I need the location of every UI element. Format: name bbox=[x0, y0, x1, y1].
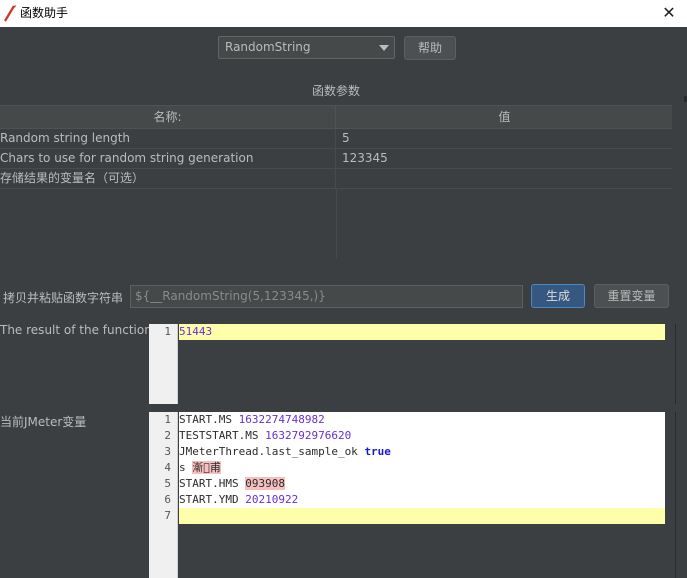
title-bar: 函数助手 ✕ bbox=[0, 0, 687, 27]
variables-label: 当前JMeter变量 bbox=[0, 415, 87, 429]
variable-line: START.YMD 20210922 bbox=[179, 492, 665, 508]
window-title: 函数助手 bbox=[20, 6, 69, 20]
function-select[interactable]: RandomString bbox=[218, 36, 395, 59]
table-row[interactable]: Chars to use for random string generatio… bbox=[0, 149, 672, 169]
variable-key: JMeterThread.last_sample_ok bbox=[179, 445, 358, 458]
line-number-gutter: 1 bbox=[149, 324, 178, 404]
chevron-down-icon bbox=[379, 45, 389, 51]
variable-line: TESTSTART.MS 1632792976620 bbox=[179, 428, 665, 444]
variable-line bbox=[179, 508, 665, 524]
variable-line: START.MS 1632274748982 bbox=[179, 412, 665, 428]
variable-value: 1632792976620 bbox=[265, 429, 352, 442]
table-row[interactable]: Random string length 5 bbox=[0, 129, 672, 149]
result-editor[interactable]: 1 51443 bbox=[149, 324, 676, 404]
variable-value: 20210922 bbox=[245, 493, 299, 506]
param-name-cell: Chars to use for random string generatio… bbox=[0, 149, 336, 169]
close-button[interactable]: ✕ bbox=[656, 1, 682, 25]
params-table: 名称: 值 Random string length 5 Chars to us… bbox=[0, 105, 672, 259]
variables-editor[interactable]: 1 2 3 4 5 6 7 START.MS 1632274748982 TES… bbox=[149, 412, 676, 578]
line-number: 2 bbox=[164, 429, 171, 442]
variable-key: s bbox=[179, 461, 186, 474]
variable-value: 093908 bbox=[245, 477, 285, 490]
reset-variables-button[interactable]: 重置变量 bbox=[594, 284, 669, 308]
variable-key: START.YMD bbox=[179, 493, 239, 506]
variable-value: 漸 甫 bbox=[192, 461, 221, 474]
column-header-value[interactable]: 值 bbox=[337, 106, 672, 128]
variable-line: JMeterThread.last_sample_ok true bbox=[179, 444, 665, 460]
column-divider bbox=[336, 189, 337, 259]
variable-value: 1632274748982 bbox=[238, 413, 325, 426]
variable-line: s 漸 甫 bbox=[179, 460, 665, 476]
variables-text-area[interactable]: START.MS 1632274748982 TESTSTART.MS 1632… bbox=[179, 412, 665, 578]
table-row[interactable]: 存储结果的变量名（可选） bbox=[0, 169, 672, 189]
function-select-value: RandomString bbox=[225, 40, 311, 54]
param-value-cell[interactable]: 5 bbox=[337, 129, 672, 149]
param-value-cell[interactable]: 123345 bbox=[337, 149, 672, 169]
result-text-area[interactable]: 51443 bbox=[179, 324, 665, 404]
line-number: 1 bbox=[164, 413, 171, 426]
feather-icon bbox=[4, 5, 16, 22]
scrollbar[interactable] bbox=[665, 324, 675, 404]
function-helper-dialog: 函数助手 ✕ RandomString 帮助 函数参数 名称: 值 Random… bbox=[0, 0, 687, 578]
variable-key: TESTSTART.MS bbox=[179, 429, 259, 442]
column-header-name[interactable]: 名称: bbox=[0, 106, 336, 128]
generate-button[interactable]: 生成 bbox=[531, 284, 585, 308]
result-label: The result of the function is bbox=[0, 323, 166, 337]
param-value-cell[interactable] bbox=[337, 169, 672, 189]
param-name-cell: 存储结果的变量名（可选） bbox=[0, 169, 336, 189]
line-number-gutter: 1 2 3 4 5 6 7 bbox=[149, 412, 178, 578]
function-string-label: 拷贝并粘贴函数字符串 bbox=[3, 291, 124, 305]
close-icon: ✕ bbox=[662, 3, 676, 22]
params-section-title: 函数参数 bbox=[311, 84, 360, 98]
scrollbar[interactable] bbox=[665, 412, 675, 578]
function-string-input[interactable]: ${__RandomString(5,123345,)} bbox=[130, 285, 523, 308]
line-number: 7 bbox=[164, 509, 171, 522]
line-number: 4 bbox=[164, 461, 171, 474]
line-number: 5 bbox=[164, 477, 171, 490]
variable-value: true bbox=[364, 445, 391, 458]
variable-key: START.HMS bbox=[179, 477, 239, 490]
variable-key: START.MS bbox=[179, 413, 232, 426]
help-button[interactable]: 帮助 bbox=[404, 36, 456, 60]
variable-line: START.HMS 093908 bbox=[179, 476, 665, 492]
result-line: 51443 bbox=[179, 324, 665, 340]
line-number: 6 bbox=[164, 493, 171, 506]
table-header: 名称: 值 bbox=[0, 105, 672, 129]
param-name-cell: Random string length bbox=[0, 129, 336, 149]
line-number: 3 bbox=[164, 445, 171, 458]
line-number: 1 bbox=[164, 325, 171, 338]
